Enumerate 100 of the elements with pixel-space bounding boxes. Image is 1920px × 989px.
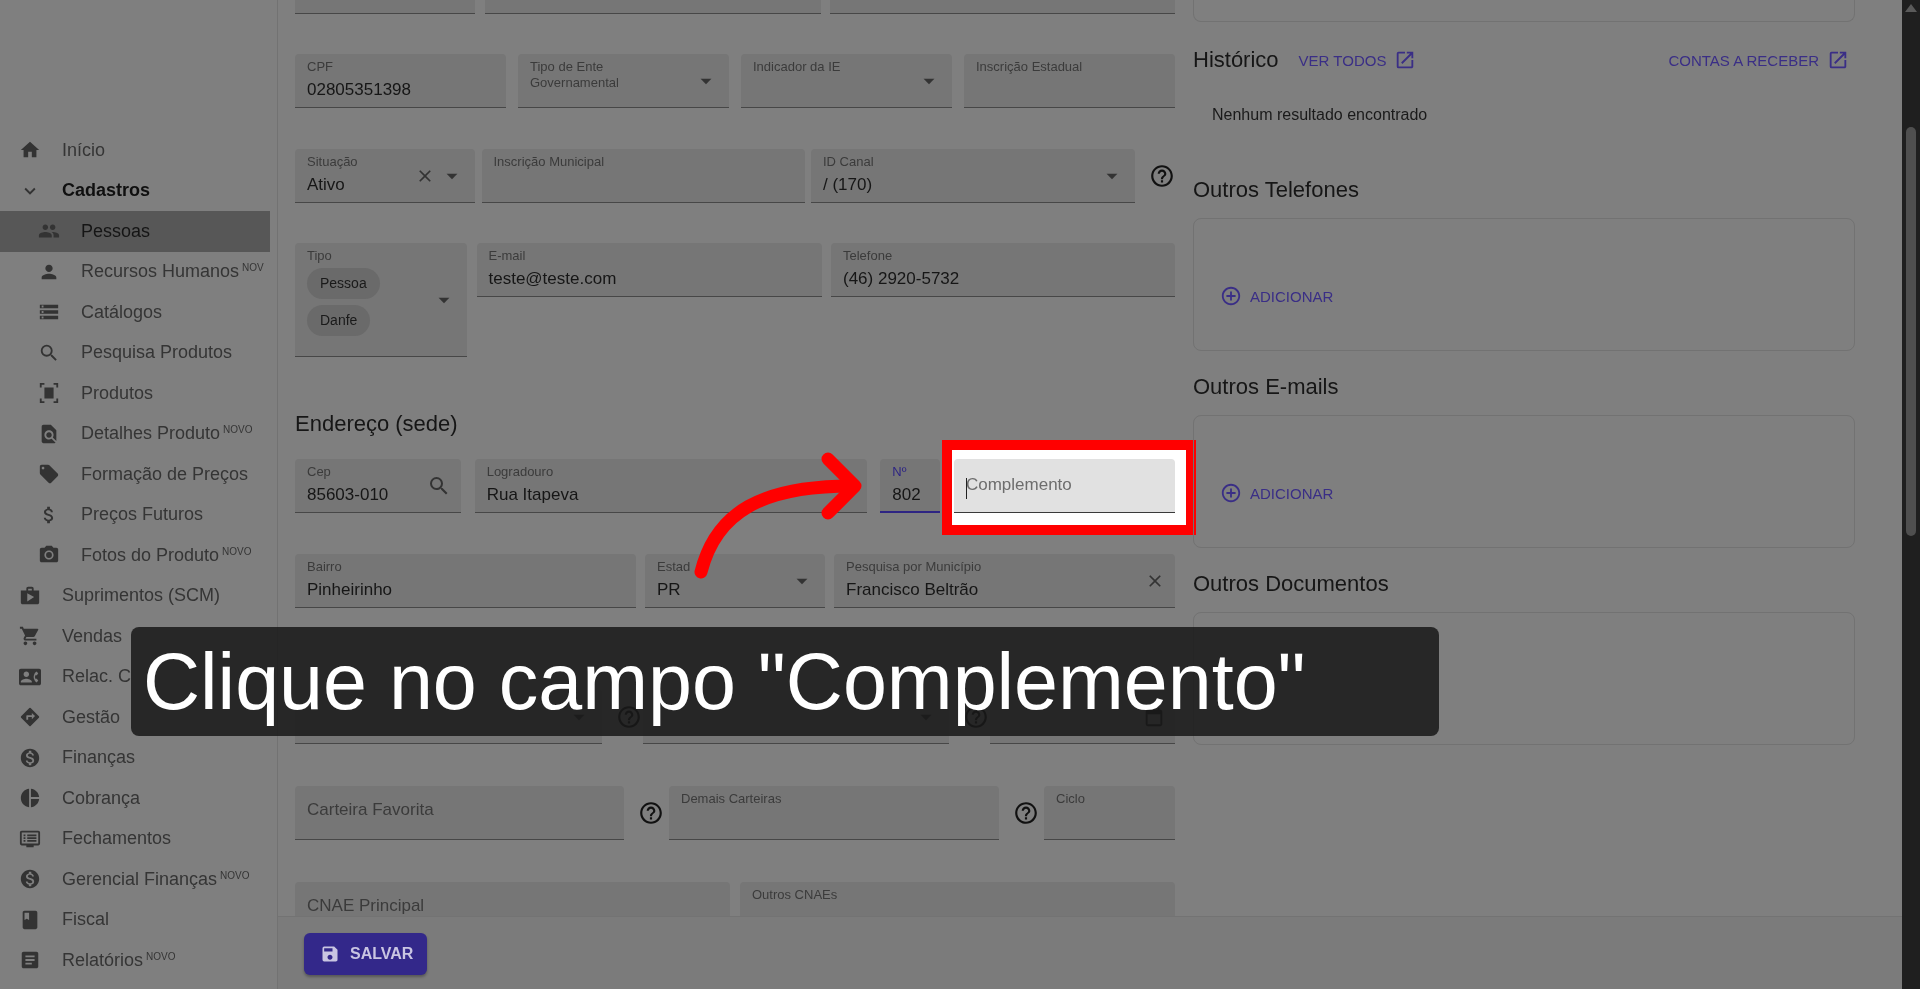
field-value: Rua Itapeva (486, 484, 579, 506)
text-field[interactable]: CNAE Principal (295, 882, 730, 916)
link[interactable]: VER TODOS (1298, 49, 1417, 71)
text-field[interactable] (295, 0, 475, 14)
text-field[interactable] (830, 0, 1175, 14)
select-field[interactable]: Estad PR (645, 554, 825, 608)
help-icon[interactable] (1013, 800, 1039, 826)
field-label: Situação (307, 154, 358, 170)
field-label: Logradouro (486, 464, 554, 480)
field-value: 802 (892, 484, 921, 506)
field-value: (46) 2920-5732 (843, 268, 960, 290)
text-field[interactable]: Inscrição Estadual (964, 54, 1175, 108)
briefcase-icon (19, 584, 41, 607)
nav-item[interactable]: Formação de Preços (0, 454, 249, 495)
section-heading: Outros Telefones (1193, 176, 1360, 204)
field-label: Ciclo (1056, 791, 1085, 807)
open-external-icon (1827, 49, 1849, 71)
new-label: NOVO (223, 424, 253, 436)
nav-item[interactable]: Vendas (0, 616, 123, 657)
text-field[interactable]: Outros CNAEs (740, 882, 1175, 916)
field-label: Indicador da IE (753, 59, 841, 75)
tutorial-tooltip: Clique no campo "Complemento" (131, 627, 1439, 736)
new-label: NOVO (220, 869, 250, 881)
empty-message: Nenhum resultado encontrado (1211, 105, 1429, 125)
field-placeholder: Carteira Favorita (307, 799, 434, 820)
tag-icon (38, 463, 60, 486)
text-field[interactable]: Cep 85603-010 (295, 459, 461, 513)
select-field[interactable]: Indicador da IE (741, 54, 952, 108)
nav-item[interactable]: Gestão (0, 697, 121, 738)
new-label: NOV (242, 262, 264, 274)
section-heading: Outros Documentos (1193, 570, 1390, 598)
text-field[interactable]: CPF 02805351398 (295, 54, 506, 108)
text-field[interactable]: Bairro Pinheirinho (295, 554, 636, 608)
field-value: Francisco Beltrão (846, 579, 979, 601)
text-field[interactable]: Carteira Favorita (295, 786, 624, 840)
nav-item[interactable]: Preços Futuros (0, 494, 204, 535)
nav-item[interactable]: Relac. C (0, 656, 132, 697)
field-value: Pinheirinho (307, 579, 393, 601)
nav-item[interactable]: Fotos do Produto $^{NOVO}$ (0, 535, 252, 576)
nav-item[interactable]: Produtos (0, 373, 154, 414)
field-label: Inscrição Estadual (976, 59, 1083, 75)
text-field[interactable]: Demais Carteiras (669, 786, 999, 840)
section-heading: Outros E-mails (1193, 373, 1340, 401)
chip[interactable]: Pessoa (307, 268, 380, 299)
nav-item[interactable]: Pesquisa Produtos (0, 332, 233, 373)
text-field[interactable]: Inscrição Municipal (481, 149, 805, 203)
text-field[interactable]: Nº 802 (880, 459, 941, 513)
field-label: E-mail (488, 248, 526, 264)
nav-item[interactable]: Início (0, 130, 106, 171)
field-value: Ativo (307, 174, 345, 196)
field-label: Tipo (307, 248, 332, 264)
field-label: Cep (307, 464, 331, 480)
chip[interactable]: Danfe (307, 305, 371, 336)
add-link[interactable]: ADICIONAR (1220, 482, 1334, 504)
nav-item[interactable]: Pessoas (0, 211, 270, 252)
scrollbar-thumb[interactable] (1906, 127, 1916, 536)
select-field[interactable]: Situação Ativo (295, 149, 475, 203)
nav-item[interactable]: Fiscal (0, 899, 109, 940)
text-field[interactable]: E-mail teste@teste.com (476, 243, 822, 297)
diamond-arrow-icon (19, 706, 41, 729)
select-field[interactable]: Tipo de Ente Governamental (518, 54, 729, 108)
field-value: 02805351398 (307, 79, 411, 101)
nav-item[interactable]: Gerencial Finanças $^{NOVO}$ (0, 859, 250, 900)
scroll-up-icon[interactable] (1905, 4, 1917, 12)
field-label: CPF (307, 59, 333, 75)
new-label: NOVO (222, 545, 252, 557)
link[interactable]: CONTAS A RECEBER (1668, 49, 1849, 71)
add-link[interactable]: ADICIONAR (1220, 285, 1334, 307)
chips-field[interactable]: Tipo Pessoa Danfe (295, 243, 467, 357)
pie-chart-icon (19, 787, 41, 810)
text-field[interactable]: Ciclo (1044, 786, 1175, 840)
field-label: Tipo de Ente Governamental (530, 59, 620, 91)
text-field[interactable] (484, 0, 821, 14)
nav-item[interactable]: Catálogos (0, 292, 163, 333)
text-field[interactable]: Complemento (953, 459, 1175, 513)
field-placeholder: CNAE Principal (307, 895, 425, 916)
text-field[interactable]: Telefone (46) 2920-5732 (831, 243, 1175, 297)
scanner-frame-icon (38, 382, 60, 405)
field-label: Telefone (843, 248, 893, 264)
nav-item[interactable]: Finanças (0, 737, 136, 778)
nav-item[interactable]: Cadastros (0, 170, 151, 211)
field-placeholder: Complemento (965, 474, 1072, 495)
field-value: PR (657, 579, 681, 601)
help-icon[interactable] (1149, 163, 1175, 189)
field-label: Bairro (307, 559, 342, 575)
nav-item[interactable]: Suprimentos (SCM) (0, 575, 221, 616)
field-label: Outros CNAEs (752, 887, 838, 903)
cart-icon (19, 625, 41, 648)
nav-item[interactable]: Recursos Humanos $^{NOV}$ (0, 251, 264, 292)
nav-item[interactable]: Detalhes Produto $^{NOVO}$ (0, 413, 253, 454)
field-value: / (170) (823, 174, 873, 196)
save-button[interactable]: SALVAR (304, 933, 427, 975)
nav-item[interactable]: Relatórios $^{NOVO}$ (0, 940, 176, 981)
field-value: 85603-010 (307, 484, 389, 506)
select-field[interactable]: ID Canal / (170) (811, 149, 1135, 203)
nav-item[interactable]: Fechamentos (0, 818, 172, 859)
field-label: Inscrição Municipal (493, 154, 605, 170)
text-field[interactable]: Pesquisa por Município Francisco Beltrão (834, 554, 1175, 608)
nav-item[interactable]: Cobrança (0, 778, 141, 819)
help-icon[interactable] (638, 800, 664, 826)
